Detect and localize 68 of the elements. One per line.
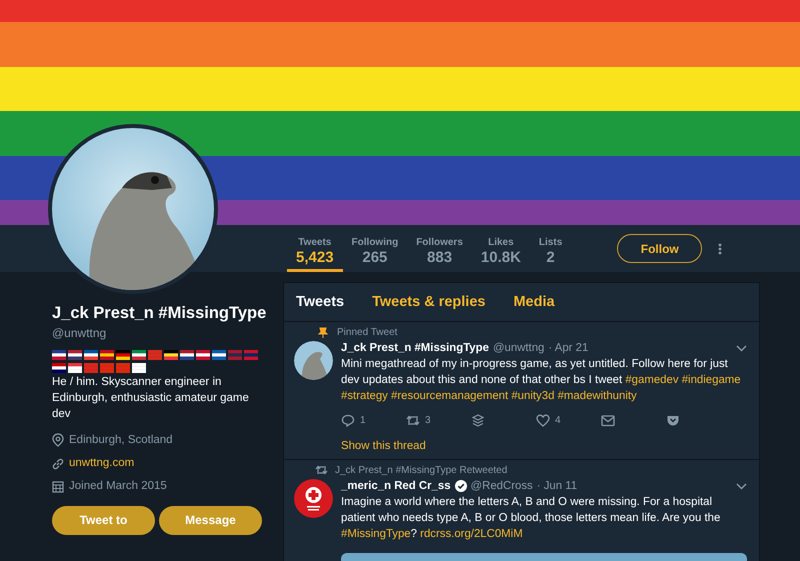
flag-icon xyxy=(68,350,82,360)
hashtag-link[interactable]: #gamedev xyxy=(625,374,679,386)
stat-tab[interactable]: Lists 2 xyxy=(530,225,572,272)
profile-name: J_ck Prest_n #MissingType xyxy=(52,303,267,324)
like-count: 4 xyxy=(555,414,561,428)
follow-button[interactable]: Follow xyxy=(617,234,702,263)
flag-icon xyxy=(52,350,66,360)
timeline-tab[interactable]: Media xyxy=(513,292,555,314)
link-icon xyxy=(52,458,64,470)
calendar-icon xyxy=(52,480,64,493)
tweet-text: Imagine a world where the letters A, B and O were missing. For a hospital patient who needs type A, B or O blood, those letters mean life. Are you the #MissingType? rdcrss.org/2LC0MiM xyxy=(341,494,722,542)
flag-icon xyxy=(116,363,130,374)
author-handle: @unwttng xyxy=(492,340,544,356)
retweet-count: 3 xyxy=(425,414,431,428)
hashtag-link[interactable]: #strategy xyxy=(341,390,388,402)
flag-icon xyxy=(100,350,114,360)
flag-icon xyxy=(212,350,226,360)
flag-icon xyxy=(132,363,146,374)
stat-tab[interactable]: Followers 883 xyxy=(407,225,472,272)
pocket-icon[interactable] xyxy=(666,414,680,427)
stat-tab[interactable]: Likes 10.8K xyxy=(472,225,530,272)
hashtag-link[interactable]: #madewithunity xyxy=(558,390,637,402)
hashtag-link[interactable]: #resourcemanagement xyxy=(391,390,508,402)
url-link[interactable]: rdcrss.org/2LC0MiM xyxy=(420,528,523,540)
author-handle: @RedCross xyxy=(470,478,533,494)
chevron-down-icon xyxy=(736,344,747,352)
flag-icon xyxy=(68,363,82,374)
tweet-text: Mini megathread of my in-progress game, as yet untitled. Follow here for just dev updates about this and none of that other bs I tweet #gamedev #indiegame #strategy #resourcemanagement #unity3d #madewithunity xyxy=(341,356,742,404)
flag-icon xyxy=(84,350,98,360)
show-thread-link[interactable]: Show this thread xyxy=(341,438,426,455)
flag-icon xyxy=(116,350,130,360)
timeline-tab[interactable]: Tweets xyxy=(296,292,344,314)
tweet-date: · Apr 21 xyxy=(548,340,588,356)
flag-icon xyxy=(84,363,98,374)
mail-icon[interactable] xyxy=(601,414,615,427)
flag-icon xyxy=(132,350,146,360)
pinned-label: Pinned Tweet xyxy=(337,326,398,340)
flag-icon xyxy=(244,350,258,360)
tweet-date: · Jun 11 xyxy=(536,478,578,494)
flag-icon xyxy=(164,350,178,360)
location-text: Edinburgh, Scotland xyxy=(69,432,173,448)
author-name[interactable]: J_ck Prest_n #MissingType xyxy=(341,340,489,357)
website-link[interactable]: unwttng.com xyxy=(69,455,134,472)
joined-date: Joined March 2015 xyxy=(69,479,167,494)
flag-icon xyxy=(228,350,242,360)
stat-tab[interactable]: Following 265 xyxy=(342,225,408,272)
reply-icon[interactable] xyxy=(341,414,355,427)
stack-icon[interactable] xyxy=(471,414,485,427)
bio-text: He / him. Skyscanner engineer in Edinburgh, enthusiastic amateur game dev xyxy=(52,375,250,422)
more-icon[interactable] xyxy=(718,243,722,255)
author-name[interactable]: _meric_n Red Cr_ss xyxy=(341,478,451,495)
timeline-tab[interactable]: Tweets & replies xyxy=(372,292,486,314)
retweet-icon[interactable] xyxy=(406,414,420,427)
profile-handle: @unwttng xyxy=(52,325,108,342)
chevron-down-icon xyxy=(736,482,747,490)
location-icon xyxy=(52,433,64,448)
flag-icon xyxy=(196,350,210,360)
hashtag-link[interactable]: #unity3d xyxy=(511,390,554,402)
hashtag-link[interactable]: #MissingType xyxy=(341,528,411,540)
reply-count: 1 xyxy=(360,414,366,428)
hashtag-link[interactable]: #indiegame xyxy=(682,374,741,386)
flag-icon xyxy=(100,363,114,374)
like-icon[interactable] xyxy=(536,414,550,427)
flag-icon xyxy=(52,363,66,374)
flag-icon xyxy=(148,350,162,360)
flag-icon xyxy=(180,350,194,360)
stat-tab[interactable]: Tweets 5,423 xyxy=(287,225,343,272)
retweet-label: J_ck Prest_n #MissingType Retweeted xyxy=(335,464,508,478)
